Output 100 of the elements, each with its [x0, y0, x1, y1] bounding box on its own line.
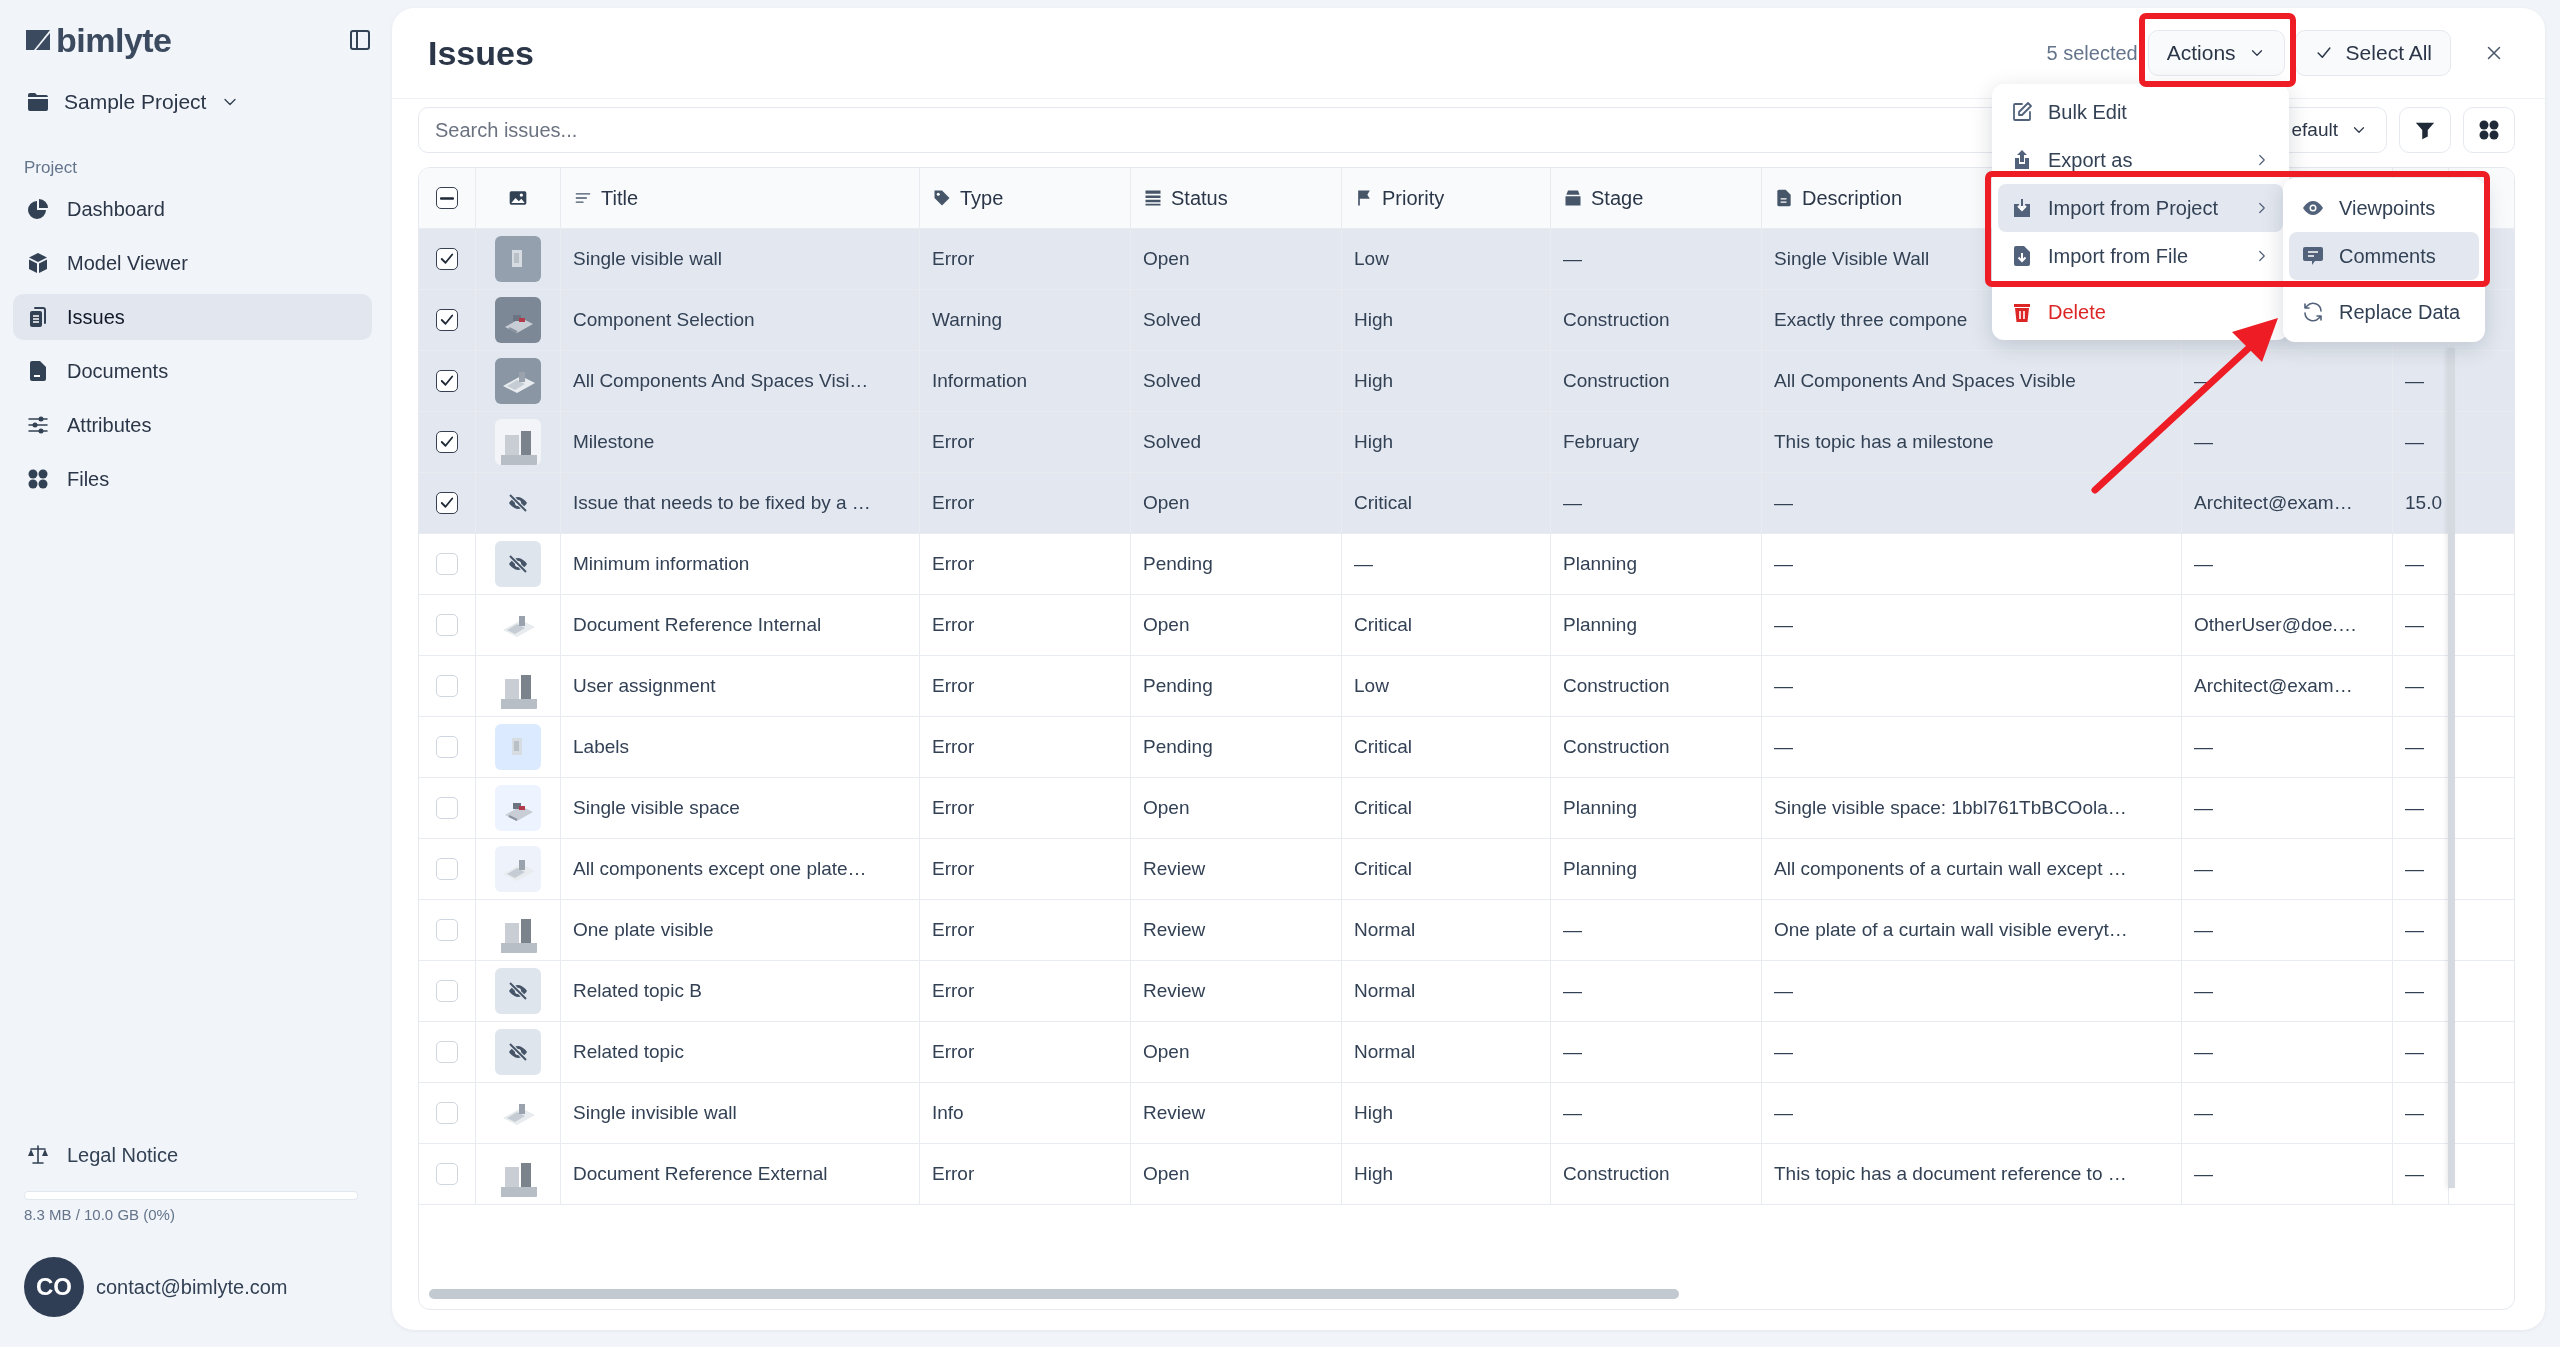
table-cell: Critical [1354, 797, 1413, 819]
table-cell: OtherUser@doe.… [2194, 614, 2357, 636]
issue-title[interactable]: Issue that needs to be fixed by a … [573, 492, 871, 514]
table-cell: — [1774, 1102, 1793, 1124]
table-cell: — [2194, 431, 2213, 453]
table-cell: 15.0 [2405, 492, 2442, 514]
table-cell: Critical [1354, 614, 1413, 636]
grid-icon [26, 467, 50, 491]
table-cell: Open [1143, 248, 1190, 270]
table-cell: Critical [1354, 858, 1413, 880]
table-cell: High [1354, 1163, 1394, 1185]
table-cell: — [2405, 553, 2424, 575]
table-cell: — [2405, 1041, 2424, 1063]
table-cell: Error [932, 431, 975, 453]
menu-item[interactable]: Delete [1998, 288, 2283, 336]
row-checkbox[interactable] [436, 309, 458, 331]
vertical-scrollbar[interactable] [2448, 348, 2455, 1188]
row-checkbox[interactable] [436, 431, 458, 453]
column-header[interactable]: Stage [1551, 168, 1762, 228]
actions-button[interactable]: Actions [2147, 30, 2285, 76]
table-cell: Planning [1563, 858, 1637, 880]
issue-title[interactable]: One plate visible [573, 919, 714, 941]
menu-item[interactable]: Viewpoints [2289, 184, 2479, 232]
table-cell: — [1774, 614, 1793, 636]
avatar[interactable]: CO [24, 1257, 84, 1317]
table-cell: — [2405, 614, 2424, 636]
row-checkbox[interactable] [436, 492, 458, 514]
table-cell: Open [1143, 797, 1190, 819]
sidebar-item[interactable]: Files [13, 456, 372, 502]
pie-chart-icon [26, 197, 50, 221]
table-cell: All components of a curtain wall except … [1774, 858, 2127, 880]
issue-title[interactable]: Labels [573, 736, 629, 758]
table-cell: — [1774, 492, 1793, 514]
menu-item[interactable]: Replace Data [2289, 288, 2479, 336]
column-header[interactable]: Status [1131, 168, 1342, 228]
table-cell: — [2194, 797, 2213, 819]
issue-title[interactable]: Milestone [573, 431, 655, 453]
issue-title[interactable]: Document Reference Internal [573, 614, 822, 636]
page-title: Issues [428, 33, 534, 73]
issue-title[interactable]: All Components And Spaces Visi… [573, 370, 869, 392]
select-all-checkbox[interactable] [436, 187, 458, 209]
issue-title[interactable]: Minimum information [573, 553, 750, 575]
table-cell: — [2405, 431, 2424, 453]
horizontal-scrollbar[interactable] [429, 1289, 1679, 1299]
table-cell: Error [932, 736, 975, 758]
table-cell: Error [932, 492, 975, 514]
issue-title[interactable]: Single invisible wall [573, 1102, 737, 1124]
column-header[interactable]: Type [920, 168, 1131, 228]
legal-notice-link[interactable]: Legal Notice [13, 1135, 372, 1175]
table-cell: Critical [1354, 492, 1413, 514]
issue-title[interactable]: Single visible wall [573, 248, 722, 270]
table-cell: Error [932, 980, 975, 1002]
table-cell: Exactly three compone [1774, 309, 1968, 331]
table-cell: Error [932, 248, 975, 270]
table-cell: Error [932, 858, 975, 880]
table-cell: Open [1143, 1041, 1190, 1063]
sidebar-item[interactable]: Attributes [13, 402, 372, 448]
table-cell: Error [932, 553, 975, 575]
table-cell: Planning [1563, 553, 1637, 575]
table-cell: Pending [1143, 675, 1213, 697]
table-cell: — [1563, 492, 1582, 514]
image-icon [508, 188, 528, 208]
table-cell: — [2405, 919, 2424, 941]
grid-icon [2477, 118, 2501, 142]
table-cell: This topic has a milestone [1774, 431, 1994, 453]
sidebar-item[interactable]: Issues [13, 294, 372, 340]
sidebar-item[interactable]: Model Viewer [13, 240, 372, 286]
row-checkbox[interactable] [436, 248, 458, 270]
section-label: Project [24, 158, 78, 178]
table-cell: — [1774, 736, 1793, 758]
issue-title[interactable]: Single visible space [573, 797, 740, 819]
table-cell: — [2194, 1102, 2213, 1124]
issue-title[interactable]: Document Reference External [573, 1163, 828, 1185]
table-cell: — [2405, 1163, 2424, 1185]
issue-title[interactable]: Component Selection [573, 309, 755, 331]
column-header[interactable]: Priority [1342, 168, 1551, 228]
table-cell: Open [1143, 614, 1190, 636]
issue-title[interactable]: Related topic B [573, 980, 702, 1002]
project-selector[interactable]: Sample Project [13, 82, 372, 122]
table-cell: — [2194, 980, 2213, 1002]
layout-button[interactable] [2463, 107, 2515, 153]
menu-item[interactable]: Comments [2289, 232, 2479, 280]
sidebar-item[interactable]: Documents [13, 348, 372, 394]
table-cell: Error [932, 797, 975, 819]
issue-title[interactable]: All components except one plate… [573, 858, 867, 880]
column-header[interactable]: Title [561, 168, 920, 228]
menu-item[interactable]: Import from File [1998, 232, 2283, 280]
hidden-preview-icon [495, 541, 541, 587]
select-all-button[interactable]: Select All [2294, 30, 2451, 76]
issue-title[interactable]: User assignment [573, 675, 716, 697]
menu-item[interactable]: Import from Project [1998, 184, 2283, 232]
filter-button[interactable] [2399, 107, 2451, 153]
row-checkbox[interactable] [436, 370, 458, 392]
table-cell: Low [1354, 675, 1389, 697]
issue-title[interactable]: Related topic [573, 1041, 684, 1063]
logo-text: bimlyte [56, 20, 172, 60]
table-cell: — [2405, 980, 2424, 1002]
minus-icon [440, 196, 454, 200]
sidebar-item[interactable]: Dashboard [13, 186, 372, 232]
stack-icon [1143, 188, 1163, 208]
